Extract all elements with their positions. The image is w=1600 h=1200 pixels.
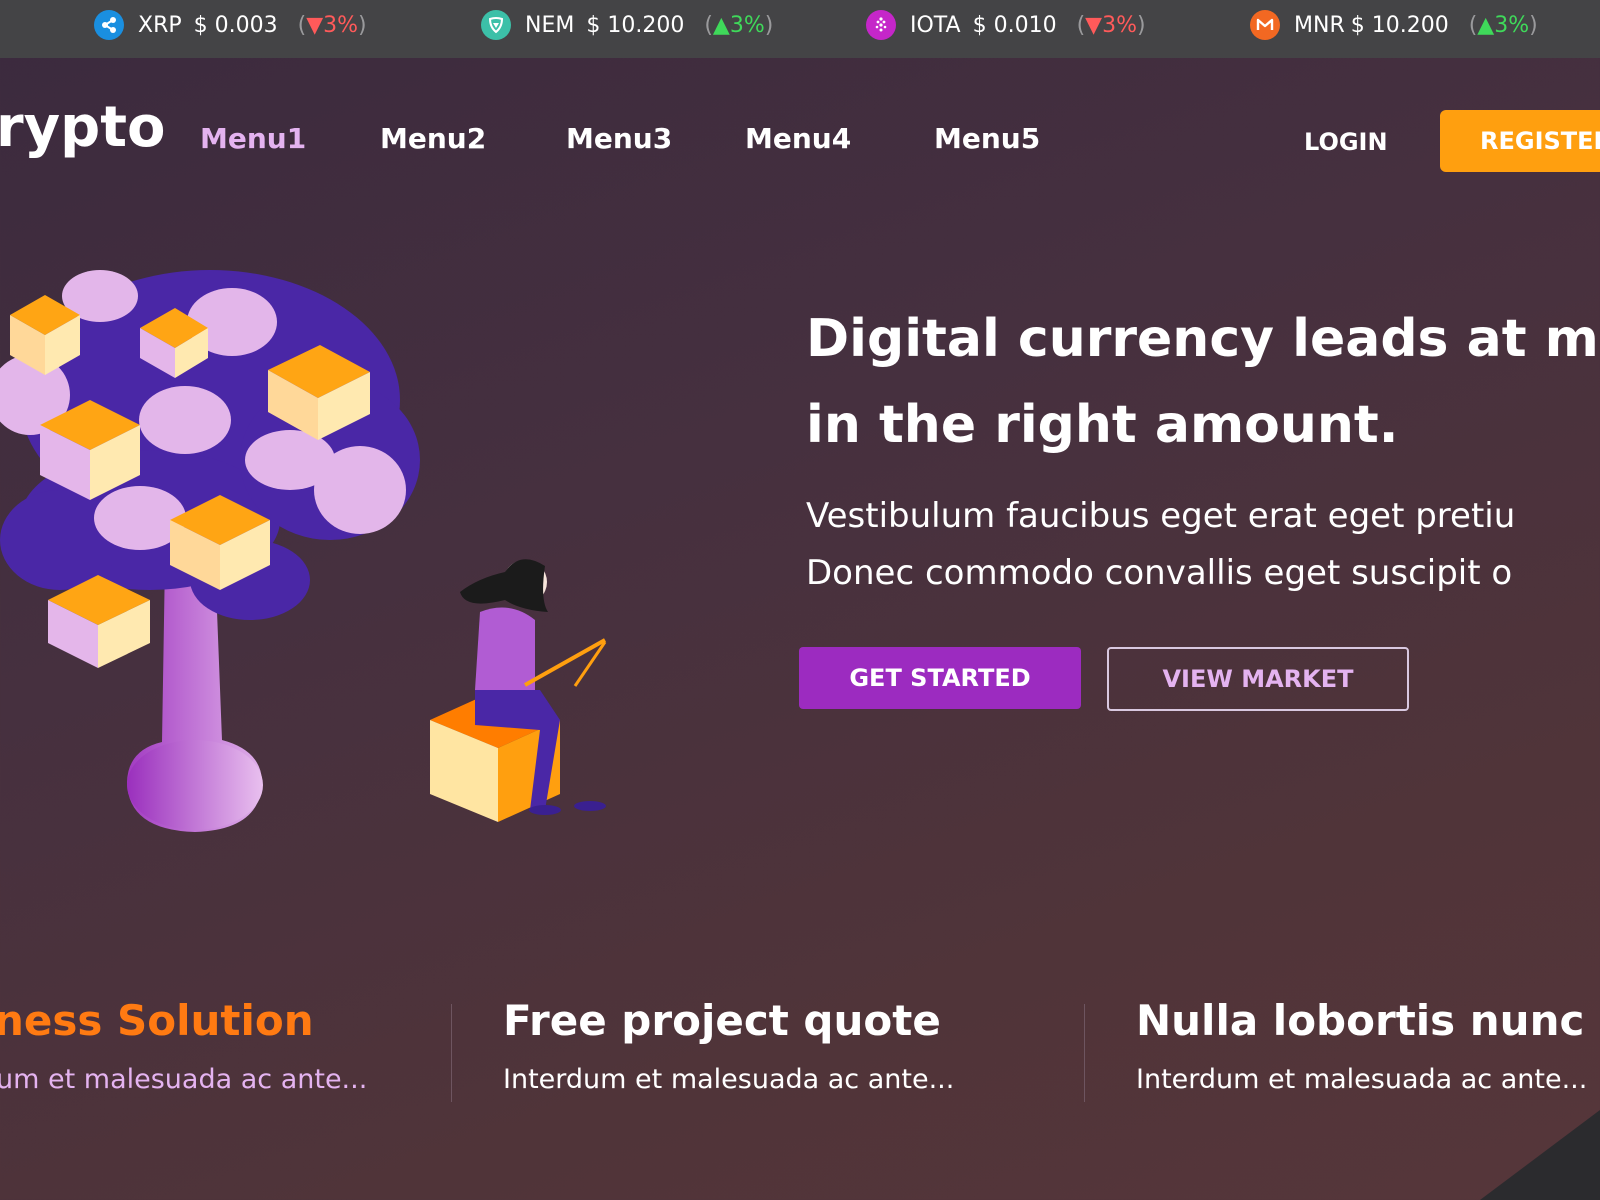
view-market-button[interactable]: VIEW MARKET: [1107, 647, 1409, 711]
hero-subtext: Vestibulum faucibus eget erat eget preti…: [806, 488, 1515, 602]
seated-woman: [430, 559, 607, 822]
nem-icon: [481, 10, 511, 40]
feature-desc-2: Interdum et malesuada ac ante...: [503, 1064, 955, 1095]
ticker-item-xrp[interactable]: XRP $ 0.003 (▼3%): [94, 0, 367, 50]
ticker-item-iota[interactable]: IOTA $ 0.010 (▼3%): [866, 0, 1146, 50]
ticker-symbol: IOTA: [910, 12, 961, 38]
brand-logo[interactable]: rypto: [0, 100, 165, 156]
login-link[interactable]: LOGIN: [1304, 128, 1388, 156]
nav-menu1[interactable]: Menu1: [200, 122, 306, 155]
feature-desc-1: um et malesuada ac ante...: [0, 1064, 368, 1095]
corner-decoration: [1480, 1110, 1600, 1200]
ticker-change-value: ▲3%: [1477, 12, 1530, 38]
monero-icon: [1250, 10, 1280, 40]
get-started-button[interactable]: GET STARTED: [799, 647, 1081, 709]
subtext-line-1: Vestibulum faucibus eget erat eget preti…: [806, 496, 1516, 536]
feature-title-3[interactable]: Nulla lobortis nunc: [1136, 996, 1584, 1045]
ticker-price: $ 10.200: [1350, 12, 1449, 38]
ticker-change-value: ▼3%: [306, 12, 359, 38]
ticker-change: (▲3%): [704, 12, 774, 38]
ticker-change-value: ▼3%: [1085, 12, 1137, 38]
hero-illustration: [0, 270, 607, 832]
ticker-price: $ 10.200: [586, 12, 685, 38]
ticker-symbol: NEM: [525, 12, 575, 38]
ticker-price: $ 0.010: [972, 12, 1057, 38]
feature-desc-3: Interdum et malesuada ac ante...: [1136, 1064, 1588, 1095]
nav-menu4[interactable]: Menu4: [745, 122, 851, 155]
feature-title-2[interactable]: Free project quote: [503, 996, 941, 1045]
nav-menu5[interactable]: Menu5: [934, 122, 1040, 155]
price-ticker: XRP $ 0.003 (▼3%) NEM $ 10.200 (▲3%) IOT…: [0, 0, 1600, 58]
ticker-item-nem[interactable]: NEM $ 10.200 (▲3%): [481, 0, 773, 50]
ticker-change: (▼3%): [297, 12, 367, 38]
feature-divider: [451, 1004, 452, 1102]
register-button[interactable]: REGISTER: [1440, 110, 1600, 172]
ticker-change: (▼3%): [1076, 12, 1146, 38]
nav-menu2[interactable]: Menu2: [380, 122, 486, 155]
xrp-icon: [94, 10, 124, 40]
ticker-symbol: XRP: [138, 12, 182, 38]
nav-menu3[interactable]: Menu3: [566, 122, 672, 155]
hero-headline: Digital currency leads at ma in the righ…: [806, 296, 1600, 468]
feature-divider: [1084, 1004, 1085, 1102]
headline-line-2: in the right amount.: [806, 395, 1399, 455]
ticker-change: (▲3%): [1468, 12, 1538, 38]
iota-icon: [866, 10, 896, 40]
feature-title-1[interactable]: ness Solution: [0, 996, 314, 1045]
ticker-price: $ 0.003: [193, 12, 278, 38]
ticker-item-mnr[interactable]: MNR $ 10.200 (▲3%): [1250, 0, 1538, 50]
subtext-line-2: Donec commodo convallis eget suscipit o: [806, 553, 1513, 593]
headline-line-1: Digital currency leads at ma: [806, 309, 1600, 369]
ticker-symbol: MNR: [1294, 12, 1345, 38]
ticker-change-value: ▲3%: [712, 12, 765, 38]
